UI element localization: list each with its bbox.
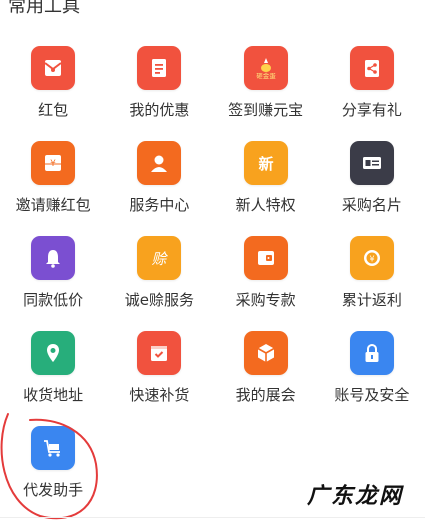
tool-label: 同款低价 <box>23 291 84 309</box>
tool-label: 签到赚元宝 <box>228 101 304 119</box>
tool-item-dropship-assistant[interactable]: 代发助手 <box>0 420 106 515</box>
tool-item-purchase-fund[interactable]: 采购专款 <box>213 230 319 325</box>
tool-label: 采购专款 <box>235 291 296 309</box>
tools-grid: 红包 我的优惠 砸金蛋 签到赚元宝 分享有礼 ¥ 邀请赚红包 服务中心 新 新人… <box>0 40 425 515</box>
tool-label: 新人特权 <box>235 196 296 214</box>
ingot-caption: 砸金蛋 <box>256 71 276 80</box>
tool-item-quick-restock[interactable]: 快速补货 <box>106 325 212 420</box>
tool-label: 累计返利 <box>341 291 402 309</box>
tool-label: 我的展会 <box>235 386 296 404</box>
ingot-icon: 砸金蛋 <box>243 46 288 90</box>
tool-label: 红包 <box>38 101 69 119</box>
tool-label: 代发助手 <box>23 481 84 499</box>
tool-label: 分享有礼 <box>341 101 402 119</box>
location-pin-icon <box>31 331 76 375</box>
tool-item-shipping-address[interactable]: 收货地址 <box>0 325 106 420</box>
tool-item-cumulative-rebate[interactable]: ¥ 累计返利 <box>319 230 425 325</box>
tool-label: 诚e赊服务 <box>124 291 194 309</box>
cube-icon <box>243 331 288 375</box>
tool-label: 快速补货 <box>129 386 190 404</box>
section-title: 常用工具 <box>8 0 80 17</box>
watermark: 广东龙网 <box>306 484 403 509</box>
red-envelope-icon <box>31 46 76 90</box>
svg-text:¥: ¥ <box>369 255 374 264</box>
tool-label: 账号及安全 <box>334 386 410 404</box>
credit-glyph: 赊 <box>152 250 169 268</box>
coin-icon: ¥ <box>349 236 394 280</box>
tool-item-share-gift[interactable]: 分享有礼 <box>319 40 425 135</box>
tool-item-my-exhibition[interactable]: 我的展会 <box>213 325 319 420</box>
tool-item-newcomer-privilege[interactable]: 新 新人特权 <box>213 135 319 230</box>
tool-item-red-envelope[interactable]: 红包 <box>0 40 106 135</box>
tool-item-invite-envelope[interactable]: ¥ 邀请赚红包 <box>0 135 106 230</box>
tool-label: 邀请赚红包 <box>15 196 91 214</box>
lock-icon <box>349 331 394 375</box>
tool-item-same-low-price[interactable]: 同款低价 <box>0 230 106 325</box>
tool-item-credit-service[interactable]: 赊 诚e赊服务 <box>106 230 212 325</box>
business-card-icon <box>349 141 394 185</box>
restock-box-icon <box>137 331 182 375</box>
tool-item-my-coupons[interactable]: 我的优惠 <box>106 40 212 135</box>
tool-item-checkin-ingot[interactable]: 砸金蛋 签到赚元宝 <box>213 40 319 135</box>
invite-envelope-icon: ¥ <box>31 141 76 185</box>
tool-label: 服务中心 <box>129 196 190 214</box>
coupon-icon <box>137 46 182 90</box>
share-icon <box>349 46 394 90</box>
cart-icon <box>31 426 76 470</box>
service-person-icon <box>137 141 182 185</box>
tool-label: 采购名片 <box>341 196 402 214</box>
tool-item-account-security[interactable]: 账号及安全 <box>319 325 425 420</box>
new-badge-glyph: 新 <box>258 155 273 173</box>
new-badge-icon: 新 <box>243 141 288 185</box>
tool-item-purchase-card[interactable]: 采购名片 <box>319 135 425 230</box>
credit-icon: 赊 <box>137 236 182 280</box>
tool-label: 收货地址 <box>23 386 84 404</box>
wallet-icon <box>243 236 288 280</box>
bottom-divider <box>0 517 425 518</box>
tool-label: 我的优惠 <box>129 101 190 119</box>
tool-item-service-center[interactable]: 服务中心 <box>106 135 212 230</box>
bell-icon <box>31 236 76 280</box>
